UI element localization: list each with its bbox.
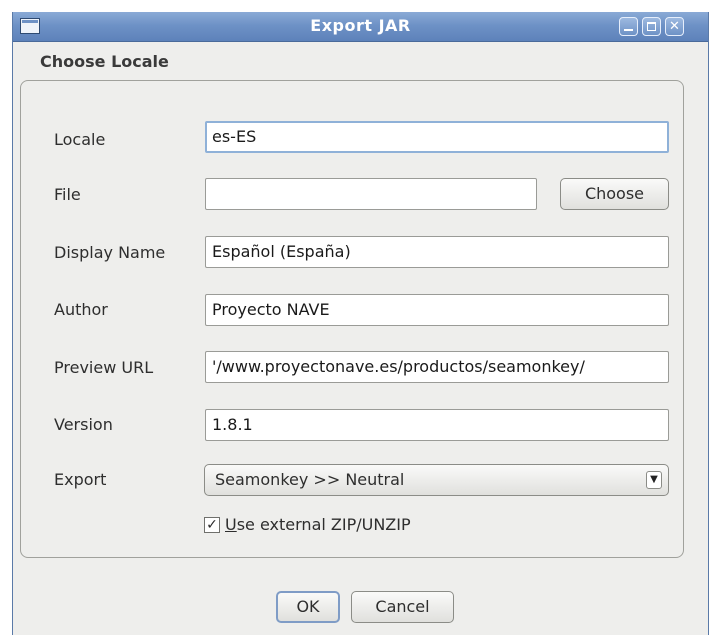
checkmark-icon: ✓	[206, 517, 218, 533]
preview-url-label: Preview URL	[54, 358, 154, 377]
preview-url-input[interactable]: '/www.proyectonave.es/productos/seamonke…	[205, 351, 669, 383]
choose-button[interactable]: Choose	[560, 178, 669, 210]
display-name-label: Display Name	[54, 243, 166, 262]
file-input[interactable]	[205, 178, 537, 210]
export-select-value: Seamonkey >> Neutral	[215, 470, 405, 489]
maximize-button[interactable]	[642, 17, 661, 36]
version-input[interactable]: 1.8.1	[205, 409, 669, 441]
minimize-button[interactable]	[619, 17, 638, 36]
file-label: File	[54, 185, 81, 204]
locale-label: Locale	[54, 130, 106, 149]
export-select[interactable]: Seamonkey >> Neutral ▼	[204, 464, 669, 496]
close-button[interactable]: ✕	[665, 17, 684, 36]
use-external-zip-label[interactable]: Use external ZIP/UNZIP	[225, 515, 411, 534]
author-input[interactable]: Proyecto NAVE	[205, 294, 669, 326]
version-label: Version	[54, 415, 113, 434]
cancel-button[interactable]: Cancel	[351, 591, 454, 623]
display-name-input[interactable]: Español (España)	[205, 236, 669, 268]
export-label: Export	[54, 470, 107, 489]
locale-input[interactable]: es-ES	[205, 121, 669, 153]
group-title: Choose Locale	[40, 52, 169, 71]
close-icon: ✕	[669, 19, 680, 34]
ok-button[interactable]: OK	[276, 591, 340, 623]
minimize-icon	[624, 29, 633, 31]
use-external-zip-text: se external ZIP/UNZIP	[236, 515, 411, 534]
dropdown-arrow-icon[interactable]: ▼	[646, 471, 662, 489]
maximize-icon	[647, 22, 656, 31]
author-label: Author	[54, 300, 108, 319]
mnemonic-letter: U	[225, 515, 237, 534]
title-bar[interactable]: Export JAR ✕	[13, 12, 708, 42]
window-title: Export JAR	[310, 16, 411, 35]
use-external-zip-checkbox[interactable]: ✓	[204, 517, 220, 533]
